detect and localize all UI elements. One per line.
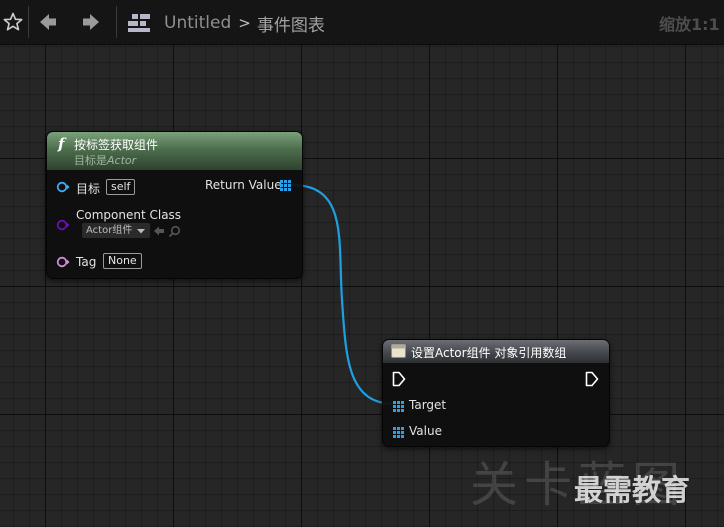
node-title: 设置Actor组件 对象引用数组	[411, 346, 567, 360]
component-class-dropdown[interactable]: Actor组件	[82, 223, 151, 238]
name-pin-icon[interactable]	[56, 256, 70, 268]
favorite-button[interactable]	[0, 8, 26, 36]
watermark-brand: 最需教育	[574, 473, 691, 507]
get-components-by-tag-node[interactable]: f 按标签获取组件 目标是Actor 目标 self Component Cla…	[46, 131, 303, 279]
forward-button[interactable]	[78, 8, 104, 36]
class-pin-icon[interactable]	[56, 219, 70, 231]
toolbar-separator	[116, 6, 117, 38]
array-pin-icon[interactable]	[393, 427, 404, 438]
target-default-value[interactable]: self	[106, 179, 136, 195]
array-pin-icon[interactable]	[280, 180, 291, 191]
arrow-left-icon	[40, 14, 56, 30]
set-actor-component-array-node[interactable]: 设置Actor组件 对象引用数组 Target Value	[382, 339, 610, 447]
zoom-label: 缩放1:1	[659, 15, 720, 34]
pin-label-component-class: Component Class	[76, 208, 182, 222]
event-graph-icon	[128, 14, 150, 32]
back-button[interactable]	[35, 8, 61, 36]
use-selected-arrow-icon[interactable]	[153, 225, 165, 237]
graph-toolbar: Untitled > 事件图表 缩放1:1	[0, 0, 724, 45]
function-icon: f	[57, 135, 67, 153]
breadcrumb-current[interactable]: 事件图表	[257, 11, 325, 36]
node-subtitle: 目标是Actor	[74, 152, 136, 168]
node-title: 按标签获取组件	[74, 138, 159, 152]
node-subtitle-prefix: 目标是	[74, 154, 107, 167]
chevron-down-icon	[137, 228, 146, 233]
node-subtitle-class: Actor	[107, 154, 137, 167]
exec-out-pin-icon[interactable]	[585, 371, 599, 387]
pin-label-target: 目标	[76, 182, 101, 196]
breadcrumb: Untitled > 事件图表	[126, 9, 325, 37]
toolbar-separator	[28, 6, 29, 38]
pin-label-target: Target	[409, 398, 447, 412]
browse-search-icon[interactable]	[168, 225, 181, 238]
svg-text:f: f	[57, 135, 67, 153]
exec-in-pin-icon[interactable]	[392, 371, 406, 387]
variable-set-icon	[391, 344, 406, 358]
tag-default-value[interactable]: None	[103, 253, 142, 269]
star-outline-icon	[3, 12, 23, 31]
breadcrumb-root[interactable]: Untitled	[164, 13, 231, 33]
component-class-value: Actor组件	[86, 225, 133, 236]
breadcrumb-separator: >	[238, 14, 251, 32]
pin-label-tag: Tag	[76, 255, 97, 269]
object-pin-icon[interactable]	[56, 181, 70, 193]
pin-label-return-value: Return Value	[205, 178, 282, 192]
arrow-right-icon	[83, 14, 99, 30]
blueprint-editor: Untitled > 事件图表 缩放1:1 f 按标签获取组件 目标是Actor…	[0, 0, 724, 527]
array-pin-icon[interactable]	[393, 401, 404, 412]
pin-label-value: Value	[409, 424, 442, 438]
